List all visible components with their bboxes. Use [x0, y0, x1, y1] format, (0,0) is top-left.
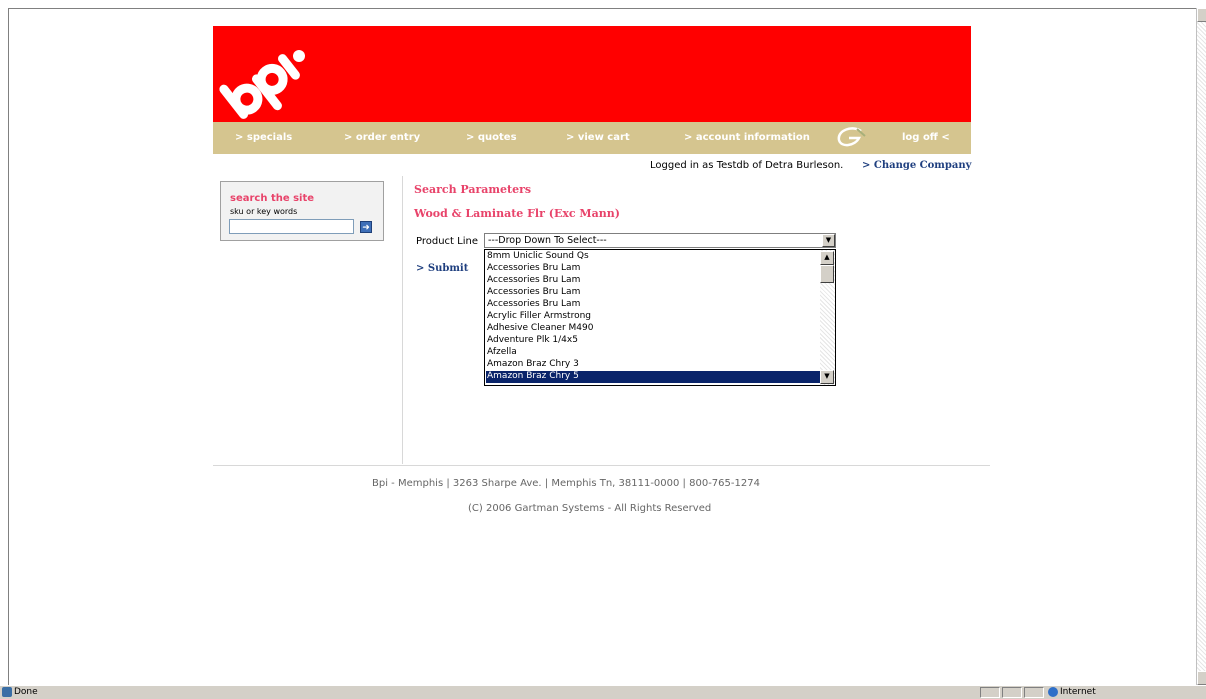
status-pane [980, 687, 1000, 698]
nav-view-cart[interactable]: > view cart [566, 132, 630, 143]
scroll-up-button[interactable] [1197, 8, 1206, 22]
page-icon [2, 687, 12, 697]
nav-specials[interactable]: > specials [235, 132, 292, 143]
chevron-down-icon[interactable]: ▼ [822, 234, 835, 247]
main-nav: > specials > order entry > quotes > view… [213, 122, 971, 154]
list-option[interactable]: Accessories Bru Lam [486, 287, 821, 299]
header-banner [213, 26, 971, 122]
search-title: search the site [230, 193, 315, 204]
scroll-down-icon[interactable]: ▼ [820, 370, 834, 384]
list-option-selected[interactable]: Amazon Braz Chry 5 [486, 371, 821, 383]
list-option[interactable]: Adventure Plk 1/4x5 [486, 335, 821, 347]
list-option[interactable]: Accessories Bru Lam [486, 275, 821, 287]
status-pane [1002, 687, 1022, 698]
page-scrollbar[interactable] [1196, 8, 1206, 685]
site-search-panel: search the site sku or key words ➜ [220, 181, 384, 241]
list-option[interactable]: Amazon Braz Chry 3 [486, 359, 821, 371]
product-line-dropdown-list[interactable]: 8mm Uniclic Sound Qs Accessories Bru Lam… [484, 249, 836, 386]
list-option[interactable]: Accessories Bru Lam [486, 263, 821, 275]
nav-quotes[interactable]: > quotes [466, 132, 517, 143]
list-option[interactable]: Acrylic Filler Armstrong [486, 311, 821, 323]
scroll-thumb[interactable] [820, 265, 834, 283]
status-pane [1024, 687, 1044, 698]
footer-divider [213, 465, 990, 466]
scroll-up-icon[interactable]: ▲ [820, 251, 834, 265]
nav-account-information[interactable]: > account information [684, 132, 810, 143]
submit-link[interactable]: > Submit [416, 263, 468, 274]
status-text: Done [14, 687, 38, 697]
scroll-down-button[interactable] [1197, 671, 1206, 685]
nav-log-off[interactable]: log off < [902, 132, 950, 143]
list-option[interactable]: 8mm Uniclic Sound Qs [486, 251, 821, 263]
arrow-right-icon: ➜ [362, 223, 370, 233]
browser-status-bar: Done Internet [0, 685, 1206, 699]
search-input[interactable] [229, 219, 354, 234]
bpi-logo[interactable] [213, 26, 313, 122]
gartman-logo-icon [837, 127, 866, 147]
search-go-button[interactable]: ➜ [360, 221, 372, 233]
footer-address: Bpi - Memphis | 3263 Sharpe Ave. | Memph… [372, 478, 760, 489]
search-subtitle: sku or key words [230, 207, 298, 216]
change-company-link[interactable]: > Change Company [862, 160, 971, 171]
security-zone: Internet [1060, 687, 1096, 697]
search-parameters-heading: Search Parameters [414, 183, 532, 196]
logged-in-text: Logged in as Testdb of Detra Burleson. [650, 160, 844, 171]
list-option[interactable]: Accessories Bru Lam [486, 299, 821, 311]
list-option[interactable]: Afzella [486, 347, 821, 359]
globe-icon [1048, 687, 1058, 697]
product-line-select[interactable]: ---Drop Down To Select--- ▼ [484, 233, 836, 248]
nav-order-entry[interactable]: > order entry [344, 132, 420, 143]
product-line-label: Product Line [416, 236, 478, 247]
list-option[interactable]: Adhesive Cleaner M490 [486, 323, 821, 335]
column-divider [402, 176, 403, 464]
category-heading: Wood & Laminate Flr (Exc Mann) [414, 207, 620, 220]
product-line-selected: ---Drop Down To Select--- [488, 235, 607, 246]
footer-copyright: (C) 2006 Gartman Systems - All Rights Re… [468, 503, 712, 514]
